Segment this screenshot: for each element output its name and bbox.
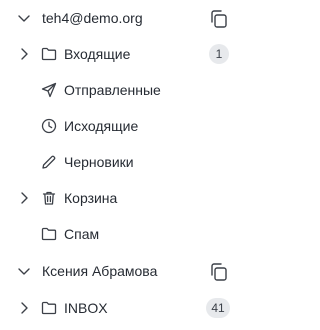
chevron-down-icon[interactable] — [17, 11, 31, 25]
pencil-icon — [41, 154, 57, 170]
folder-label: Корзина — [64, 190, 118, 206]
chevron-right-icon[interactable] — [17, 301, 31, 315]
folder-label: Спам — [64, 226, 100, 242]
account-header-ksenia[interactable]: Ксения Абрамова — [0, 253, 252, 289]
folder-icon — [41, 300, 57, 316]
folder-sent[interactable]: Отправленные — [0, 72, 252, 108]
chevron-right-icon[interactable] — [17, 47, 31, 61]
account-email: teh4@demo.org — [42, 10, 143, 26]
folder-label: Исходящие — [64, 118, 139, 134]
copy-icon[interactable] — [208, 8, 230, 30]
chevron-down-icon[interactable] — [17, 264, 31, 278]
folder-trash[interactable]: Корзина — [0, 180, 252, 216]
unread-count-badge: 1 — [209, 44, 229, 64]
folder-inbox-ksenia[interactable]: INBOX 41 — [0, 290, 252, 326]
mail-folder-tree: teh4@demo.org Входящие 1 Отправленные Ис… — [0, 0, 252, 330]
chevron-right-icon[interactable] — [17, 191, 31, 205]
folder-label: Отправленные — [64, 82, 161, 98]
folder-outbox[interactable]: Исходящие — [0, 108, 252, 144]
send-icon — [41, 82, 57, 98]
clock-icon — [41, 118, 57, 134]
folder-label: Черновики — [64, 154, 134, 170]
folder-spam[interactable]: Спам — [0, 216, 252, 252]
account-name: Ксения Абрамова — [42, 263, 158, 279]
copy-icon[interactable] — [208, 261, 230, 283]
folder-drafts[interactable]: Черновики — [0, 144, 252, 180]
folder-icon — [41, 226, 57, 242]
folder-label: Входящие — [64, 46, 131, 62]
account-header-teh4[interactable]: teh4@demo.org — [0, 0, 252, 36]
folder-icon — [41, 46, 57, 62]
folder-label: INBOX — [64, 300, 108, 316]
folder-inbox[interactable]: Входящие 1 — [0, 36, 252, 72]
trash-icon — [41, 190, 57, 206]
unread-count-badge: 41 — [206, 298, 230, 318]
